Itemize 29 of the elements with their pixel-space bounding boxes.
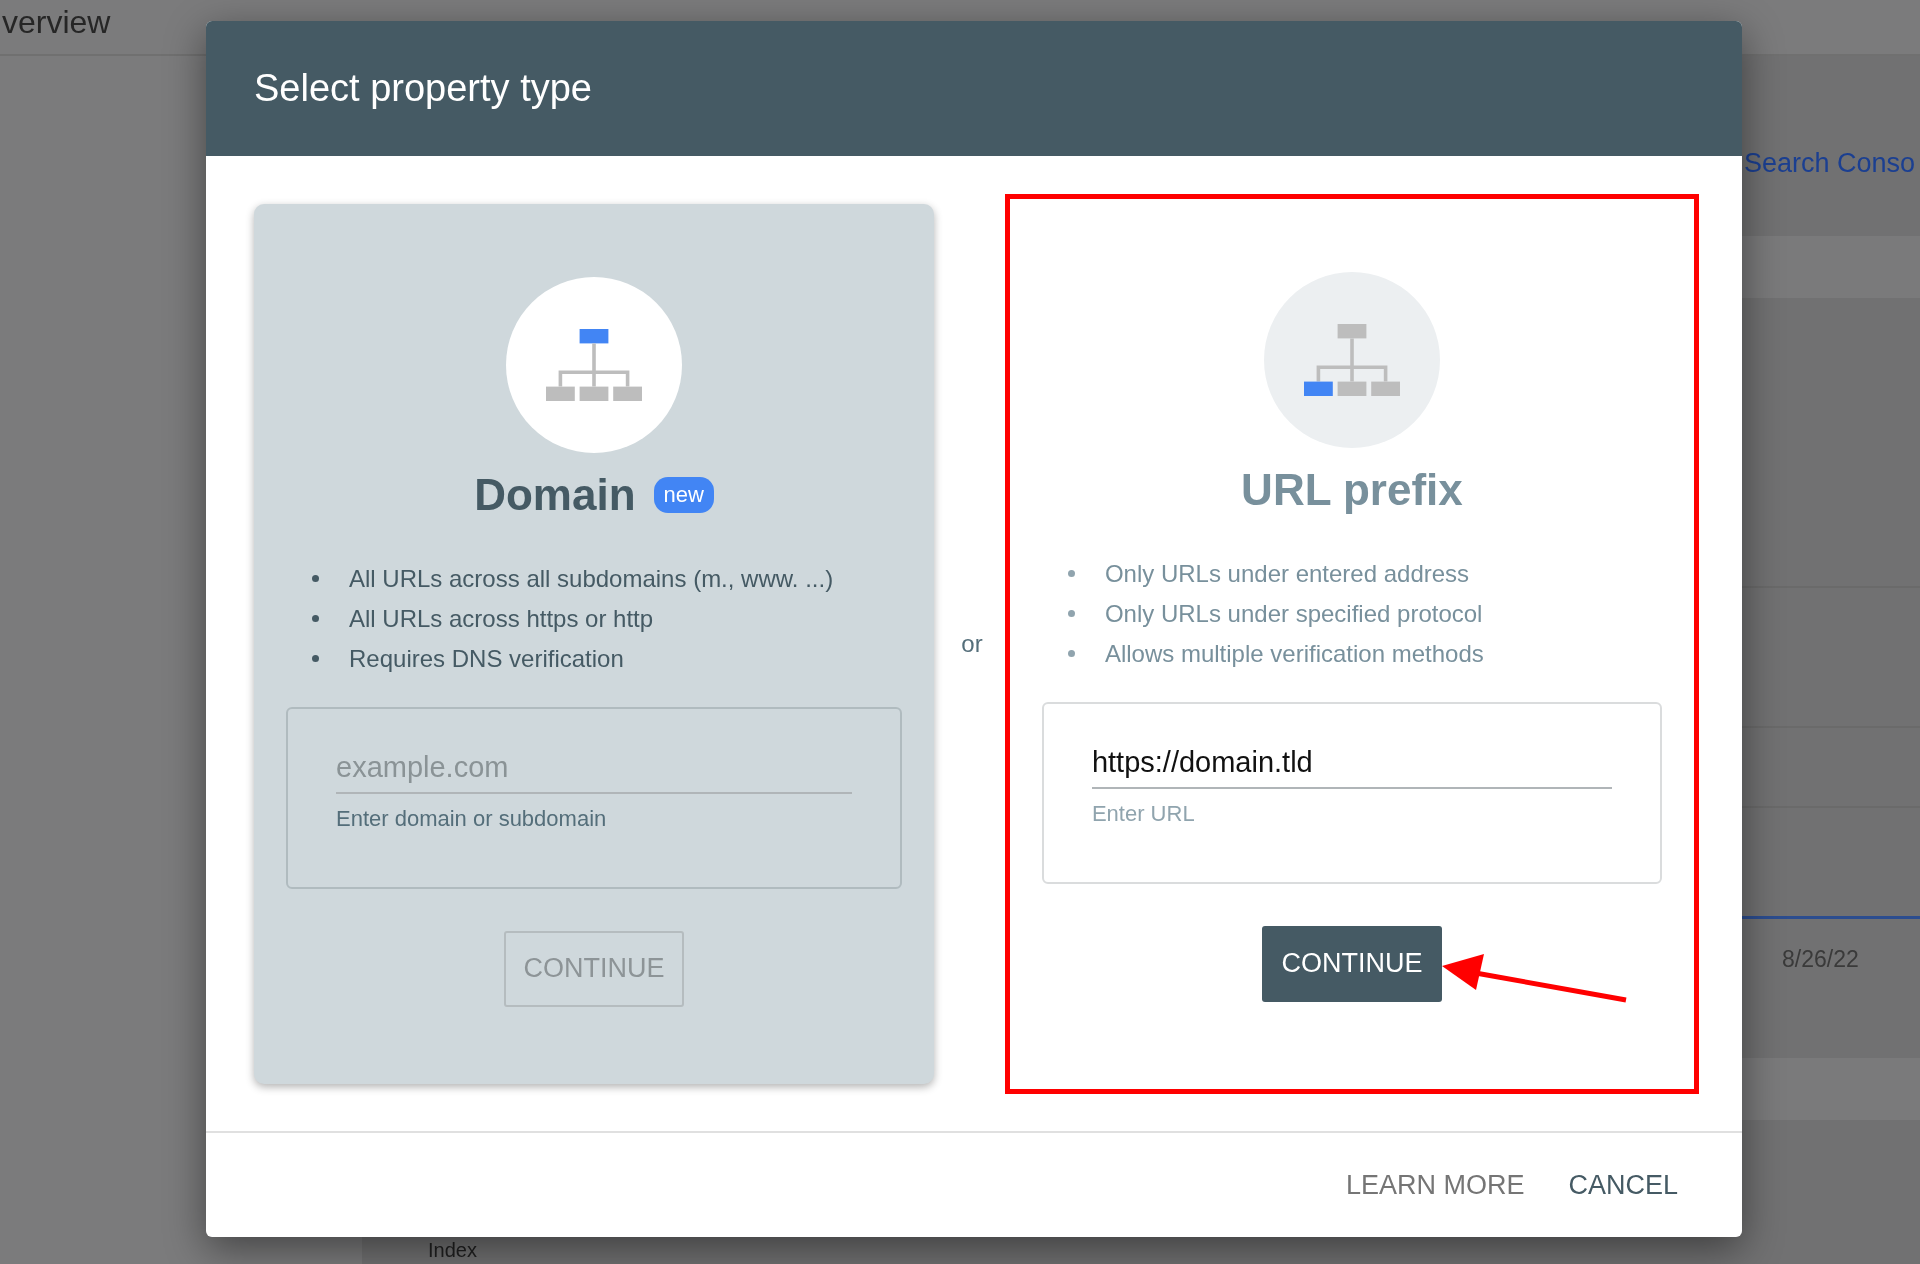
dialog-title: Select property type xyxy=(254,67,592,110)
option-title: URL prefix xyxy=(1241,464,1463,515)
option-title: Domain xyxy=(474,469,636,520)
feature-text: All URLs across https or http xyxy=(349,604,654,633)
helper-text: Enter URL xyxy=(1091,800,1196,827)
cancel-button[interactable]: CANCEL xyxy=(1556,1161,1690,1209)
feature-text: Only URLs under specified protocol xyxy=(1104,599,1483,628)
bullet-icon xyxy=(312,575,319,582)
bullet-icon xyxy=(1067,570,1075,577)
feature-text: All URLs across all subdomains (m., www. ...) xyxy=(349,564,834,593)
feature-text: Requires DNS verification xyxy=(349,644,624,673)
bullet-icon xyxy=(312,615,319,622)
feature-text: Only URLs under entered address xyxy=(1104,559,1470,588)
section-title: Index xyxy=(428,1239,477,1262)
date-text: 8/26/22 xyxy=(1782,946,1859,973)
feature-text: Allows multiple verification methods xyxy=(1104,639,1484,668)
text-input[interactable]: https://domain.tld xyxy=(1091,745,1612,789)
continue-button[interactable]: CONTINUE xyxy=(1261,925,1442,1002)
new-badge: new xyxy=(653,476,714,513)
bullet-icon xyxy=(1067,650,1075,657)
text-input[interactable]: example.com xyxy=(336,750,853,794)
sitemap-icon xyxy=(545,328,644,401)
or-separator: or xyxy=(961,629,983,657)
bullet-icon xyxy=(1067,610,1075,617)
sitemap-icon xyxy=(1302,323,1401,396)
learn-more-button[interactable]: LEARN MORE xyxy=(1333,1161,1537,1209)
page-title: verview xyxy=(2,4,111,41)
bullet-icon xyxy=(312,655,319,662)
helper-text: Enter domain or subdomain xyxy=(336,805,608,832)
